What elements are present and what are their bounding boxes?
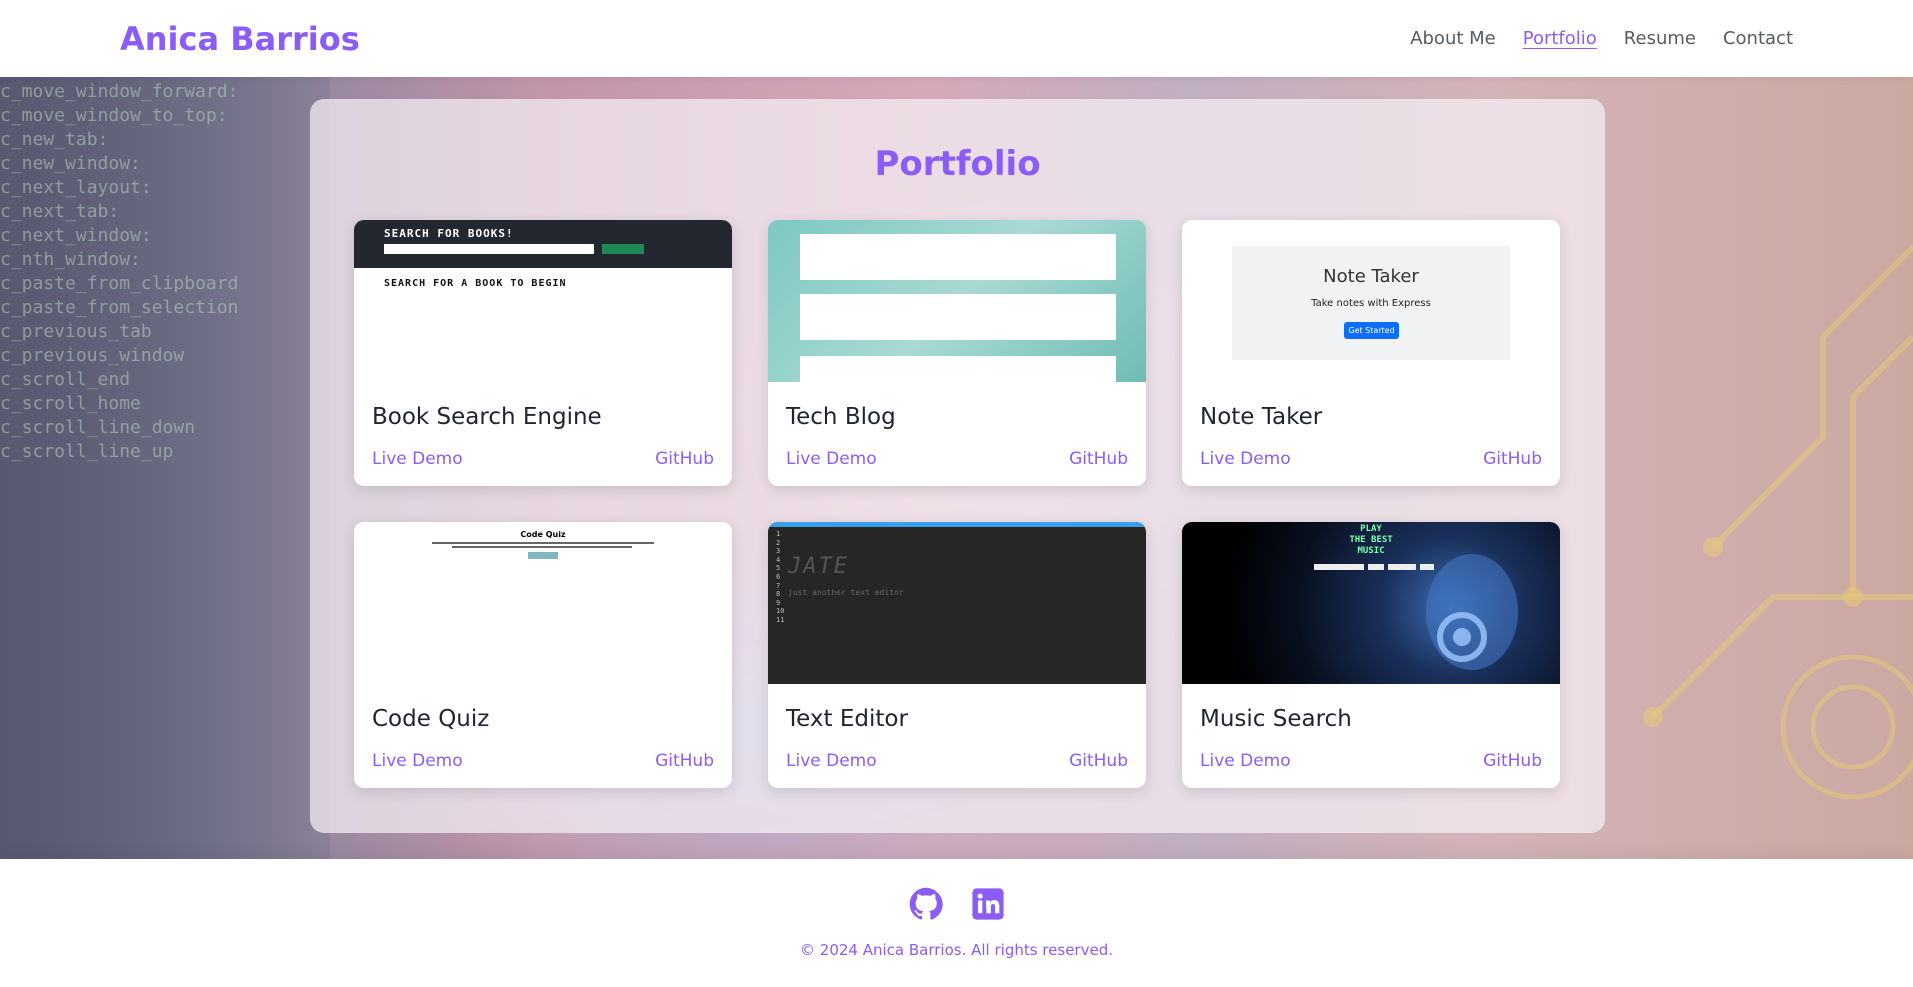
project-card-music-search: PLAY THE BEST MUSIC Music Search Live De… — [1182, 522, 1560, 788]
live-demo-link[interactable]: Live Demo — [372, 751, 463, 771]
project-title: Book Search Engine — [372, 404, 602, 430]
project-thumbnail[interactable] — [768, 220, 1146, 382]
github-icon-graphic — [909, 887, 943, 920]
thumbnail-start-button — [528, 552, 558, 559]
main-nav: About Me Portfolio Resume Contact — [1410, 28, 1793, 49]
thumbnail-get-started-button: Get Started — [1344, 322, 1399, 339]
github-link[interactable]: GitHub — [655, 449, 714, 469]
thumbnail-button — [1368, 564, 1384, 570]
portfolio-panel: Portfolio SEARCH FOR BOOKS! SEARCH FOR A… — [310, 99, 1605, 833]
linkedin-icon-graphic — [971, 888, 1004, 920]
thumbnail-line-numbers: 1 2 3 4 5 6 7 8 9 10 11 — [776, 530, 785, 624]
thumbnail-heading: SEARCH FOR BOOKS! — [384, 227, 514, 240]
project-title: Code Quiz — [372, 706, 490, 732]
project-thumbnail[interactable]: PLAY THE BEST MUSIC — [1182, 522, 1560, 684]
thumbnail-post — [800, 294, 1116, 340]
nav-about-me[interactable]: About Me — [1410, 28, 1496, 49]
github-link[interactable]: GitHub — [1069, 751, 1128, 771]
live-demo-link[interactable]: Live Demo — [786, 751, 877, 771]
thumbnail-subheading: SEARCH FOR A BOOK TO BEGIN — [384, 278, 567, 289]
thumbnail-heading: Note Taker — [1323, 266, 1419, 287]
thumbnail-text-line — [432, 542, 654, 544]
project-thumbnail[interactable]: SEARCH FOR BOOKS! SEARCH FOR A BOOK TO B… — [354, 220, 732, 382]
project-title: Note Taker — [1200, 404, 1323, 430]
copyright-text: © 2024 Anica Barrios. All rights reserve… — [800, 941, 1113, 959]
live-demo-link[interactable]: Live Demo — [1200, 751, 1291, 771]
thumbnail-post — [800, 234, 1116, 280]
thumbnail-post — [800, 356, 1116, 382]
project-thumbnail[interactable]: 1 2 3 4 5 6 7 8 9 10 11 JATE just anothe… — [768, 522, 1146, 684]
live-demo-link[interactable]: Live Demo — [786, 449, 877, 469]
project-card-note-taker: Note Taker Take notes with Express Get S… — [1182, 220, 1560, 486]
thumbnail-heading: Code Quiz — [520, 530, 566, 539]
nav-resume[interactable]: Resume — [1624, 28, 1696, 49]
project-title: Tech Blog — [786, 404, 896, 430]
github-link[interactable]: GitHub — [1483, 449, 1542, 469]
project-title: Music Search — [1200, 706, 1352, 732]
github-icon[interactable] — [909, 887, 943, 921]
nav-contact[interactable]: Contact — [1723, 28, 1793, 49]
site-footer: © 2024 Anica Barrios. All rights reserve… — [0, 859, 1913, 987]
live-demo-link[interactable]: Live Demo — [372, 449, 463, 469]
thumbnail-top-bar — [768, 522, 1146, 527]
project-thumbnail[interactable]: Note Taker Take notes with Express Get S… — [1182, 220, 1560, 382]
social-links — [0, 887, 1913, 921]
github-link[interactable]: GitHub — [1483, 751, 1542, 771]
project-card-text-editor: 1 2 3 4 5 6 7 8 9 10 11 JATE just anothe… — [768, 522, 1146, 788]
project-card-code-quiz: Code Quiz Code Quiz Live Demo GitHub — [354, 522, 732, 788]
thumbnail-search-input — [384, 244, 594, 254]
github-link[interactable]: GitHub — [1069, 449, 1128, 469]
thumbnail-search-button — [602, 244, 644, 254]
project-thumbnail[interactable]: Code Quiz — [354, 522, 732, 684]
github-link[interactable]: GitHub — [655, 751, 714, 771]
project-title: Text Editor — [786, 706, 908, 732]
site-header: Anica Barrios About Me Portfolio Resume … — [0, 0, 1913, 77]
thumbnail-text-line — [452, 546, 632, 548]
thumbnail-jumbotron: Note Taker Take notes with Express Get S… — [1232, 246, 1510, 360]
thumbnail-header-bar: SEARCH FOR BOOKS! — [354, 220, 732, 268]
headphones-figure-image — [1426, 554, 1518, 670]
project-card-book-search-engine: SEARCH FOR BOOKS! SEARCH FOR A BOOK TO B… — [354, 220, 732, 486]
nav-portfolio[interactable]: Portfolio — [1523, 28, 1597, 49]
thumbnail-ascii-art: JATE — [788, 554, 849, 579]
portfolio-title: Portfolio — [874, 144, 1041, 184]
linkedin-icon[interactable] — [971, 887, 1005, 921]
thumbnail-caption: just another text editor — [788, 588, 904, 597]
thumbnail-search-input — [1314, 564, 1364, 570]
live-demo-link[interactable]: Live Demo — [1200, 449, 1291, 469]
thumbnail-subheading: Take notes with Express — [1311, 298, 1431, 309]
project-card-tech-blog: Tech Blog Live Demo GitHub — [768, 220, 1146, 486]
site-brand[interactable]: Anica Barrios — [120, 20, 360, 58]
